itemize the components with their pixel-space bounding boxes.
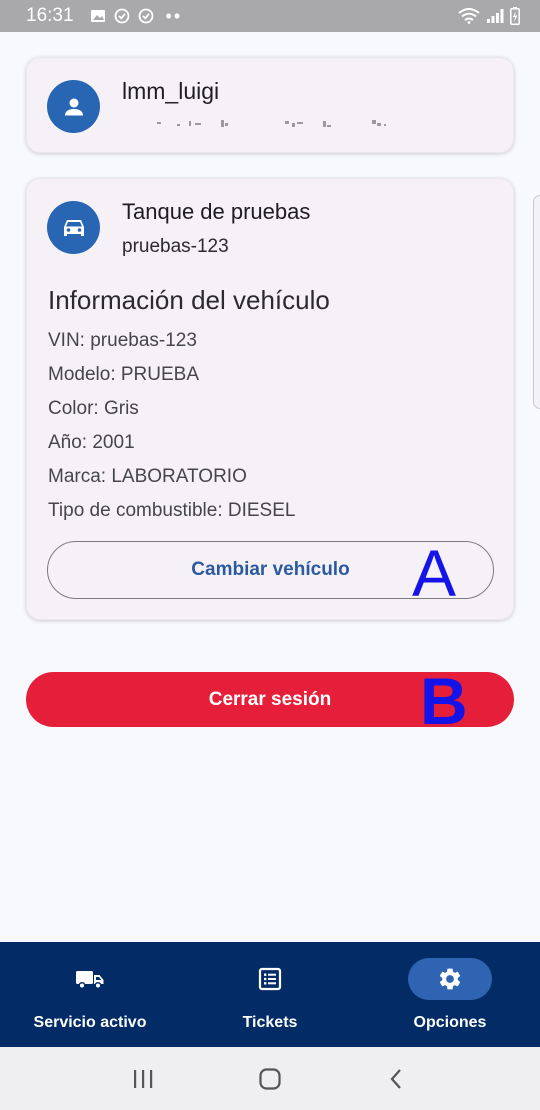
nav-item-tickets[interactable]: Tickets xyxy=(180,942,360,1047)
car-icon xyxy=(63,219,84,236)
annotation-marker-a: A xyxy=(412,536,457,610)
avatar xyxy=(47,80,100,133)
gear-icon xyxy=(439,968,461,990)
check-circle-icon xyxy=(114,8,129,24)
edge-panel-handle[interactable] xyxy=(533,195,540,409)
vehicle-avatar xyxy=(47,201,100,254)
vehicle-color: Color: Gris xyxy=(48,398,139,419)
vehicle-year: Año: 2001 xyxy=(48,432,135,453)
bottom-nav: Servicio activo Tickets Opciones xyxy=(0,942,540,1047)
nav-label: Servicio activo xyxy=(33,1014,147,1031)
vehicle-info-title: Información del vehículo xyxy=(48,285,330,315)
nav-icon-container xyxy=(48,958,132,1000)
status-bar: 16:31 •• xyxy=(0,0,540,32)
nav-item-active-service[interactable]: Servicio activo xyxy=(0,942,180,1047)
vehicle-plate: pruebas-123 xyxy=(122,236,229,257)
recent-apps-icon[interactable] xyxy=(131,1068,155,1090)
nav-label: Opciones xyxy=(413,1014,487,1031)
wifi-icon xyxy=(458,8,480,24)
back-icon[interactable] xyxy=(385,1067,409,1091)
system-nav-bar xyxy=(0,1047,540,1110)
annotation-marker-b: B xyxy=(420,664,468,738)
more-notifications-icon: •• xyxy=(165,5,183,26)
user-card: lmm_luigi xyxy=(26,57,514,153)
redacted-email xyxy=(157,120,386,127)
nav-item-options[interactable]: Opciones xyxy=(360,942,540,1047)
vehicle-vin: VIN: pruebas-123 xyxy=(48,330,197,351)
home-icon[interactable] xyxy=(258,1067,282,1091)
list-icon xyxy=(258,967,282,991)
gallery-icon xyxy=(90,10,105,22)
person-icon xyxy=(64,98,83,115)
vehicle-model: Modelo: PRUEBA xyxy=(48,364,200,385)
nav-label: Tickets xyxy=(242,1014,298,1031)
username: lmm_luigi xyxy=(122,78,220,104)
status-time: 16:31 xyxy=(26,5,74,26)
nav-icon-container xyxy=(408,958,492,1000)
nav-icon-container xyxy=(228,958,312,1000)
signal-icon xyxy=(487,9,504,23)
battery-charging-icon xyxy=(510,7,520,25)
truck-icon xyxy=(76,971,104,990)
vehicle-name: Tanque de pruebas xyxy=(122,199,311,224)
vehicle-brand: Marca: LABORATORIO xyxy=(48,466,247,487)
check-circle-icon xyxy=(138,8,153,24)
vehicle-fuel-type: Tipo de combustible: DIESEL xyxy=(48,500,296,521)
